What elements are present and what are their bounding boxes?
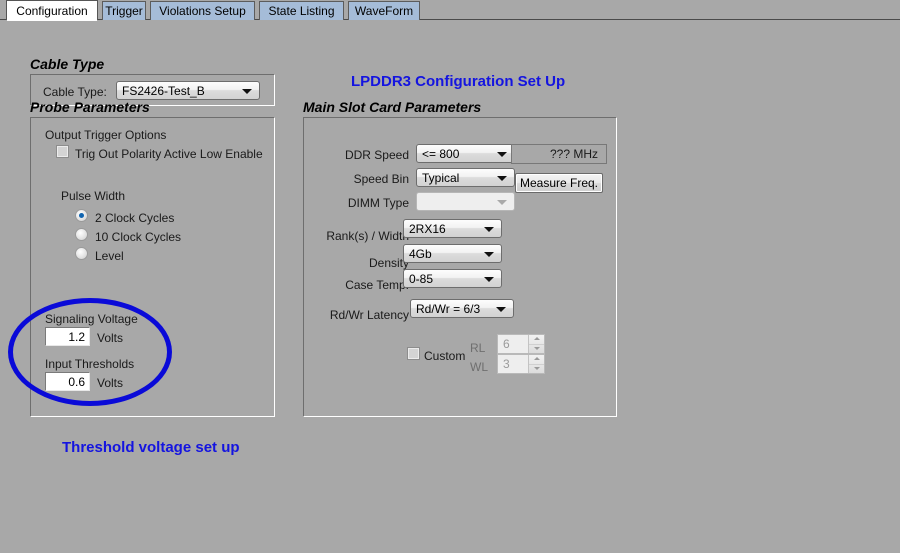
- wl-label: WL: [470, 360, 488, 374]
- pulse-width-option-2-label: Level: [95, 249, 124, 263]
- speed-bin-value: Typical: [422, 170, 460, 185]
- spinner-up-icon[interactable]: [529, 355, 544, 365]
- ranks-width-label: Rank(s) / Width: [326, 229, 409, 243]
- trig-out-polarity-label: Trig Out Polarity Active Low Enable: [75, 147, 263, 161]
- density-dropdown[interactable]: 4Gb: [403, 244, 502, 263]
- custom-latency-checkbox[interactable]: [407, 347, 420, 360]
- rl-value: 6: [503, 337, 510, 351]
- wl-spinner[interactable]: 3: [497, 354, 545, 374]
- probe-parameters-group-heading: Probe Parameters: [30, 99, 150, 115]
- tab-state-listing[interactable]: State Listing: [259, 1, 344, 20]
- tab-trigger[interactable]: Trigger: [102, 1, 146, 20]
- dimm-type-dropdown[interactable]: [416, 192, 515, 211]
- spinner-up-icon[interactable]: [529, 335, 544, 345]
- ranks-width-value: 2RX16: [409, 221, 446, 236]
- pulse-width-radio-level[interactable]: [75, 247, 88, 260]
- pulse-width-option-0-label: 2 Clock Cycles: [95, 211, 175, 225]
- dimm-type-label: DIMM Type: [347, 196, 409, 210]
- rl-label: RL: [470, 341, 486, 355]
- pulse-width-label: Pulse Width: [61, 189, 126, 203]
- tab-state-listing-label: State Listing: [268, 4, 335, 18]
- density-label: Density: [368, 256, 409, 270]
- chevron-down-icon: [497, 151, 507, 157]
- spinner-down-icon[interactable]: [529, 365, 544, 374]
- chevron-down-icon: [242, 88, 252, 94]
- annotation-ellipse-threshold-voltage: [8, 298, 172, 406]
- measure-frequency-button[interactable]: Measure Freq.: [515, 173, 603, 193]
- wl-spinner-buttons[interactable]: [528, 355, 544, 373]
- wl-value: 3: [503, 357, 510, 371]
- chevron-down-icon: [497, 175, 507, 181]
- tab-bar: Configuration Trigger Violations Setup S…: [0, 0, 900, 21]
- rd-wr-latency-dropdown[interactable]: Rd/Wr = 6/3: [410, 299, 514, 318]
- rd-wr-latency-label: Rd/Wr Latency: [329, 308, 409, 322]
- tab-configuration-label: Configuration: [16, 3, 88, 18]
- case-temp-label: Case Temp.: [345, 278, 409, 292]
- annotation-caption-threshold-voltage: Threshold voltage set up: [62, 439, 240, 456]
- rd-wr-latency-value: Rd/Wr = 6/3: [416, 301, 481, 316]
- chevron-down-icon: [484, 226, 494, 232]
- rl-spinner-buttons[interactable]: [528, 335, 544, 353]
- speed-bin-label: Speed Bin: [353, 172, 409, 186]
- ddr-speed-label: DDR Speed: [344, 148, 409, 162]
- annotation-page-title: LPDDR3 Configuration Set Up: [351, 73, 566, 90]
- cable-type-dropdown[interactable]: FS2426-Test_B: [116, 81, 260, 100]
- pulse-width-radio-10-clock-cycles[interactable]: [75, 228, 88, 241]
- tab-trigger-label: Trigger: [105, 4, 143, 18]
- chevron-down-icon: [484, 251, 494, 257]
- tab-waveform-label: WaveForm: [354, 4, 414, 18]
- chevron-down-icon: [497, 199, 507, 205]
- output-trigger-options-label: Output Trigger Options: [45, 128, 167, 142]
- ddr-speed-value: <= 800: [422, 146, 460, 161]
- chevron-down-icon: [496, 306, 506, 312]
- tab-violations-setup[interactable]: Violations Setup: [150, 1, 255, 20]
- cable-type-dropdown-value: FS2426-Test_B: [122, 83, 205, 98]
- application-window: Configuration Trigger Violations Setup S…: [0, 0, 900, 553]
- ranks-width-dropdown[interactable]: 2RX16: [403, 219, 502, 238]
- speed-bin-dropdown[interactable]: Typical: [416, 168, 515, 187]
- pulse-width-radio-2-clock-cycles[interactable]: [75, 209, 88, 222]
- cable-type-field-label: Cable Type:: [43, 85, 107, 99]
- chevron-down-icon: [484, 276, 494, 282]
- trig-out-polarity-checkbox[interactable]: [56, 145, 69, 158]
- measure-frequency-button-label: Measure Freq.: [519, 176, 599, 190]
- spinner-down-icon[interactable]: [529, 345, 544, 354]
- tab-configuration[interactable]: Configuration: [6, 0, 98, 21]
- case-temp-dropdown[interactable]: 0-85: [403, 269, 502, 288]
- pulse-width-option-1-label: 10 Clock Cycles: [95, 230, 182, 244]
- tab-violations-setup-label: Violations Setup: [159, 4, 246, 18]
- custom-latency-label: Custom: [424, 349, 466, 363]
- window-right-filler: [820, 20, 900, 553]
- main-slot-card-group-heading: Main Slot Card Parameters: [303, 99, 482, 115]
- tab-waveform[interactable]: WaveForm: [348, 1, 420, 20]
- configuration-tab-panel: LPDDR3 Configuration Set Up Cable Type C…: [0, 20, 820, 553]
- case-temp-value: 0-85: [409, 271, 434, 286]
- density-value: 4Gb: [409, 246, 432, 261]
- ddr-speed-dropdown[interactable]: <= 800: [416, 144, 515, 163]
- frequency-readout-value: ??? MHz: [549, 147, 598, 161]
- frequency-readout: ??? MHz: [511, 144, 607, 164]
- cable-type-group-heading: Cable Type: [30, 56, 105, 72]
- rl-spinner[interactable]: 6: [497, 334, 545, 354]
